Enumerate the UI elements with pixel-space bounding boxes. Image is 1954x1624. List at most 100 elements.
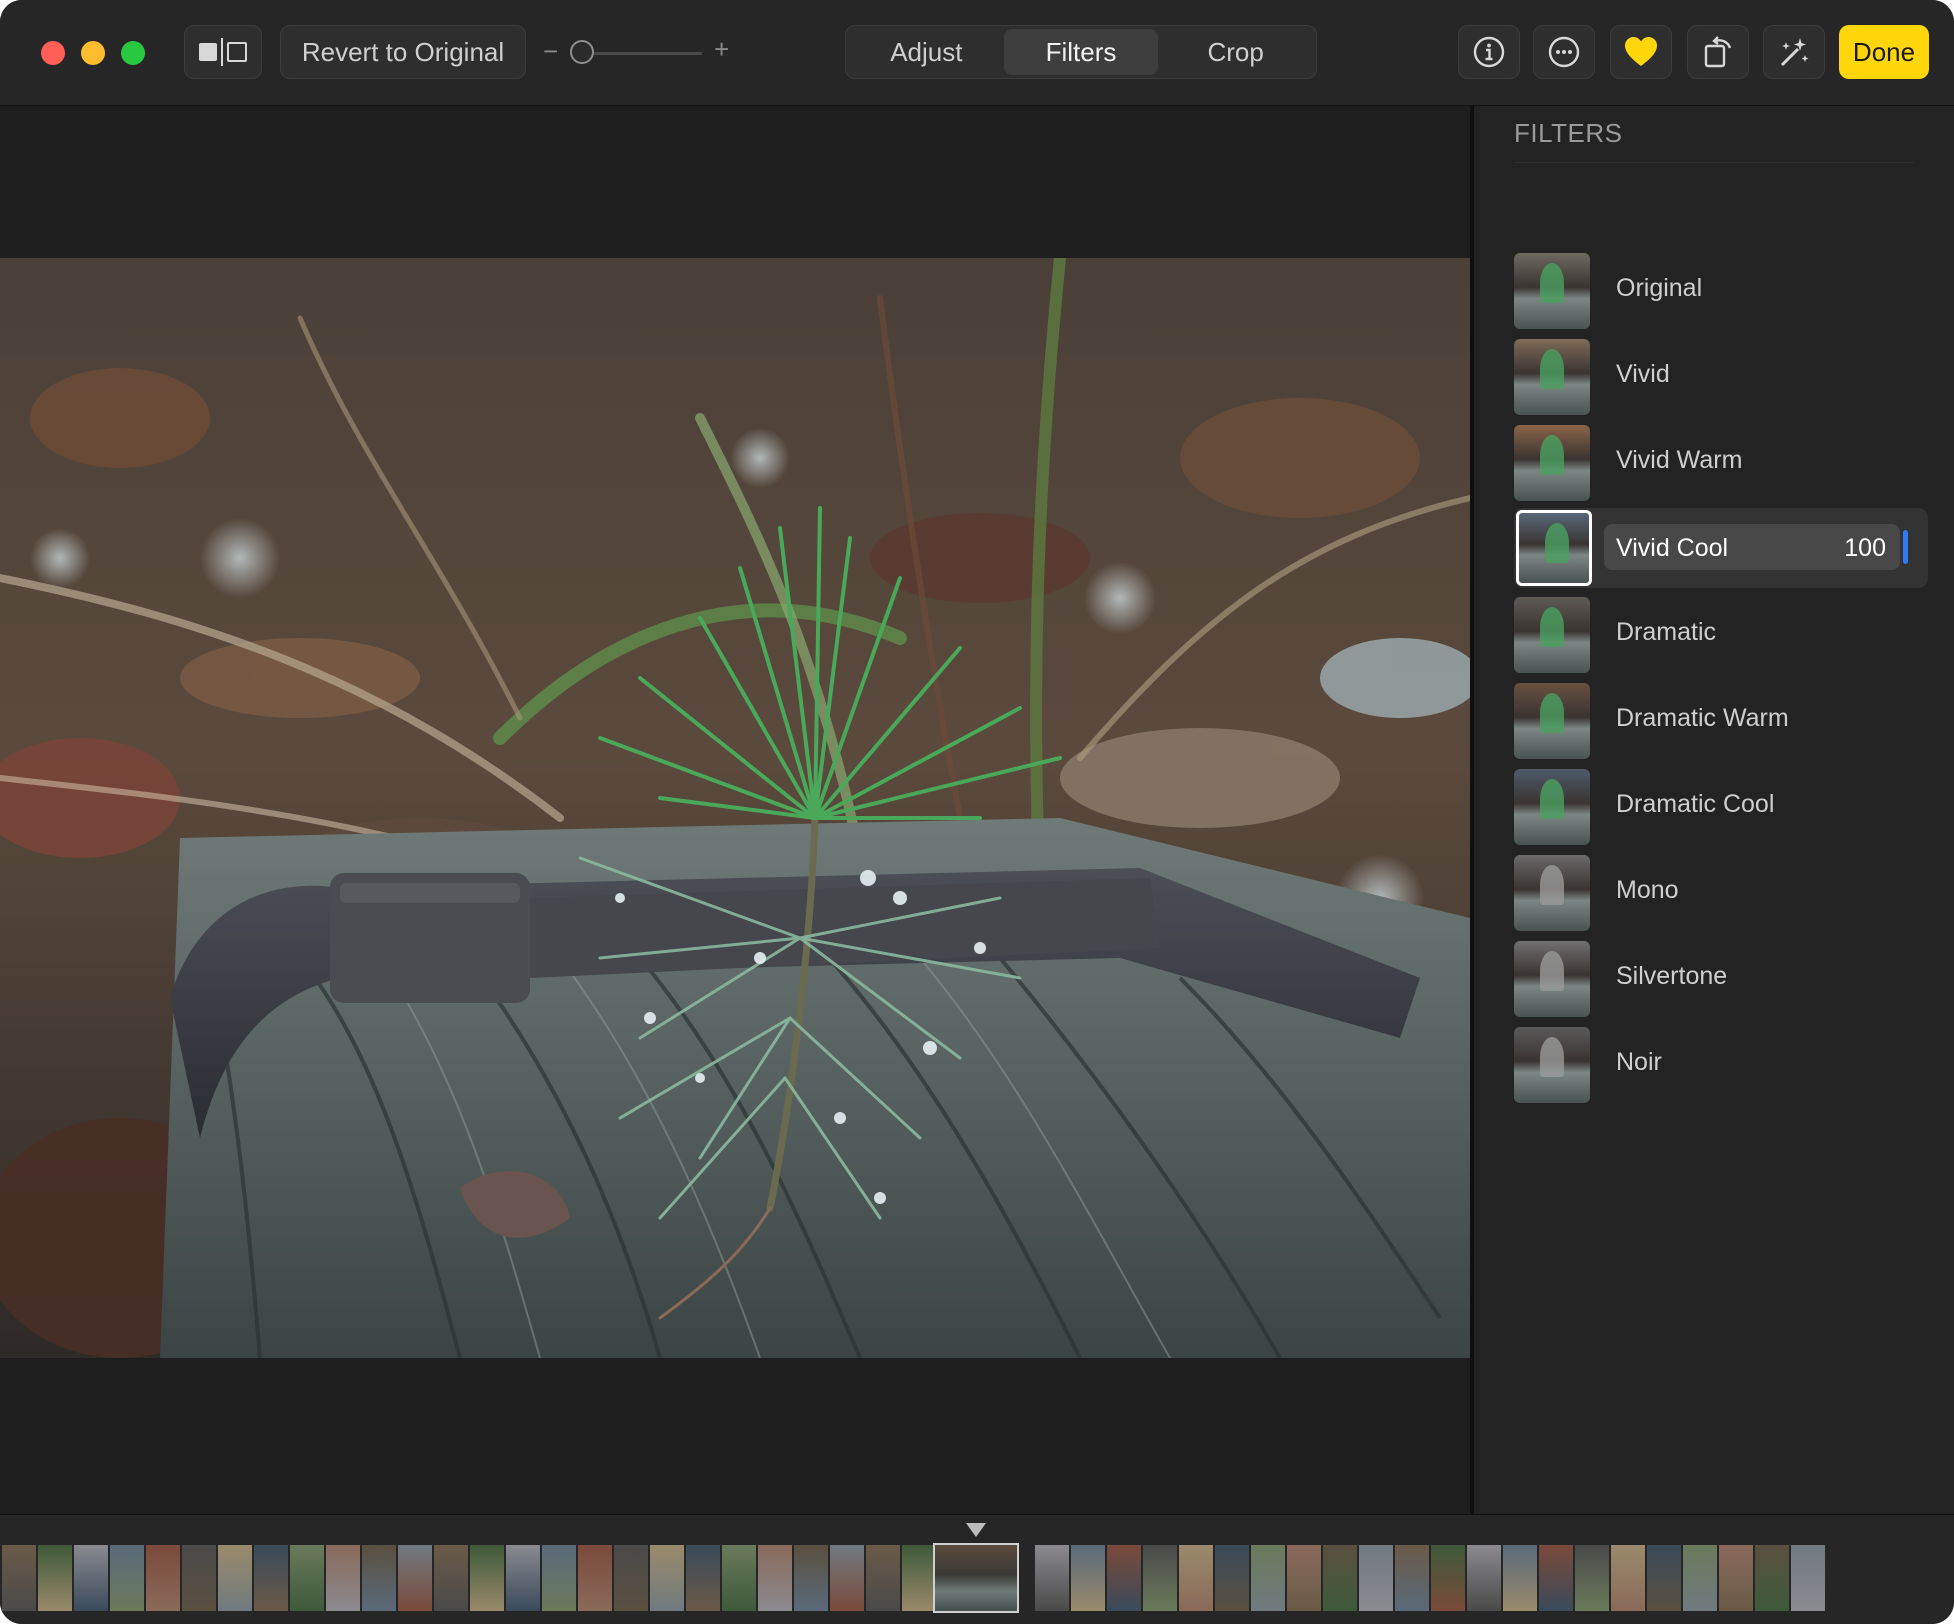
magic-wand-icon [1780, 38, 1809, 67]
rotate-button[interactable] [1687, 25, 1749, 79]
filmstrip-photo[interactable] [1539, 1545, 1573, 1611]
filter-thumbnail [1514, 339, 1590, 415]
intensity-handle[interactable] [1903, 530, 1908, 564]
filmstrip-photo[interactable] [1359, 1545, 1393, 1611]
toolbar: Revert to Original − + Adjust Filters Cr… [0, 0, 1954, 106]
filmstrip-photo[interactable] [1215, 1545, 1249, 1611]
filmstrip-photo[interactable] [614, 1545, 648, 1611]
edit-mode-segmented-control: Adjust Filters Crop [845, 25, 1317, 79]
filmstrip-photo[interactable] [1647, 1545, 1681, 1611]
filter-item[interactable]: Original [1514, 250, 1914, 330]
filmstrip [0, 1514, 1954, 1624]
filmstrip-photo[interactable] [38, 1545, 72, 1611]
filmstrip-photo[interactable] [290, 1545, 324, 1611]
filters-section-title: FILTERS [1514, 118, 1623, 148]
filter-thumbnail [1514, 425, 1590, 501]
filmstrip-photo[interactable] [110, 1545, 144, 1611]
close-window-button[interactable] [41, 41, 65, 65]
filter-label: Silvertone [1616, 962, 1728, 990]
filmstrip-photo[interactable] [1323, 1545, 1357, 1611]
filter-label: Mono [1616, 876, 1679, 904]
filmstrip-photo[interactable] [542, 1545, 576, 1611]
filter-label: Vivid [1616, 360, 1670, 388]
filter-item[interactable]: Vivid Cool 100 [1514, 508, 1928, 588]
filmstrip-photo[interactable] [2, 1545, 36, 1611]
filter-thumbnail [1514, 683, 1590, 759]
tab-filters[interactable]: Filters [1003, 29, 1159, 75]
filmstrip-photo[interactable] [1143, 1545, 1177, 1611]
photo-canvas [0, 106, 1470, 1514]
filmstrip-photo[interactable] [830, 1545, 864, 1611]
filmstrip-photo[interactable] [398, 1545, 432, 1611]
filmstrip-photo[interactable] [1035, 1545, 1069, 1611]
filmstrip-photo[interactable] [1683, 1545, 1717, 1611]
zoom-window-button[interactable] [121, 41, 145, 65]
filter-item[interactable]: Vivid [1514, 336, 1914, 416]
filmstrip-photo[interactable] [1575, 1545, 1609, 1611]
filmstrip-photo[interactable] [254, 1545, 288, 1611]
filmstrip-photo[interactable] [362, 1545, 396, 1611]
filter-label: Original [1616, 274, 1703, 302]
filter-label: Vivid Cool [1616, 534, 1729, 562]
filmstrip-photo[interactable] [434, 1545, 468, 1611]
filter-thumbnail [1514, 597, 1590, 673]
filter-item[interactable]: Mono [1514, 852, 1914, 932]
filmstrip-current-photo[interactable] [935, 1545, 1017, 1611]
filter-item[interactable]: Silvertone [1514, 938, 1914, 1018]
filmstrip-photo[interactable] [1467, 1545, 1501, 1611]
filmstrip-photo[interactable] [1719, 1545, 1753, 1611]
filmstrip-photo[interactable] [722, 1545, 756, 1611]
filmstrip-photo[interactable] [1107, 1545, 1141, 1611]
filmstrip-photo[interactable] [74, 1545, 108, 1611]
compare-split-button[interactable] [184, 25, 262, 79]
filter-intensity-slider[interactable]: Vivid Cool 100 [1604, 524, 1908, 570]
pine-seedling-photo [0, 258, 1470, 1358]
filmstrip-photo[interactable] [1179, 1545, 1213, 1611]
filter-item[interactable]: Dramatic Cool [1514, 766, 1914, 846]
filmstrip-photo[interactable] [686, 1545, 720, 1611]
filmstrip-photo[interactable] [326, 1545, 360, 1611]
filmstrip-photo[interactable] [470, 1545, 504, 1611]
favorite-button[interactable] [1610, 25, 1672, 79]
tab-adjust[interactable]: Adjust [849, 29, 1004, 75]
edited-photo[interactable] [0, 258, 1470, 1358]
filmstrip-photo[interactable] [578, 1545, 612, 1611]
filmstrip-photo[interactable] [1431, 1545, 1465, 1611]
filmstrip-photo[interactable] [146, 1545, 180, 1611]
filter-item[interactable]: Dramatic Warm [1514, 680, 1914, 760]
done-button[interactable]: Done [1839, 25, 1929, 79]
more-options-button[interactable] [1533, 25, 1595, 79]
revert-to-original-button[interactable]: Revert to Original [280, 25, 526, 79]
filmstrip-photo[interactable] [1791, 1545, 1825, 1611]
rotate-icon [1704, 36, 1732, 68]
filmstrip-photo[interactable] [866, 1545, 900, 1611]
filmstrip-photo[interactable] [218, 1545, 252, 1611]
filmstrip-photo[interactable] [1503, 1545, 1537, 1611]
filmstrip-photo[interactable] [1755, 1545, 1789, 1611]
info-button[interactable] [1458, 25, 1520, 79]
filmstrip-photo[interactable] [1071, 1545, 1105, 1611]
filmstrip-photo[interactable] [1251, 1545, 1285, 1611]
more-icon [1548, 36, 1580, 68]
filter-label: Dramatic Cool [1616, 790, 1775, 818]
filter-thumbnail [1514, 769, 1590, 845]
filmstrip-photo[interactable] [506, 1545, 540, 1611]
filmstrip-photo[interactable] [758, 1545, 792, 1611]
filter-item[interactable]: Dramatic [1514, 594, 1914, 674]
tab-crop[interactable]: Crop [1158, 29, 1313, 75]
filmstrip-photo[interactable] [794, 1545, 828, 1611]
filmstrip-toggle-arrow-icon[interactable] [966, 1523, 986, 1537]
filmstrip-photo[interactable] [650, 1545, 684, 1611]
filmstrip-photo[interactable] [1287, 1545, 1321, 1611]
zoom-out-label: − [543, 36, 559, 66]
filmstrip-photo[interactable] [902, 1545, 936, 1611]
filmstrip-photo[interactable] [1395, 1545, 1429, 1611]
filmstrip-photo[interactable] [182, 1545, 216, 1611]
filter-item[interactable]: Noir [1514, 1024, 1914, 1104]
filter-item[interactable]: Vivid Warm [1514, 422, 1914, 502]
minimize-window-button[interactable] [81, 41, 105, 65]
zoom-slider-thumb[interactable] [570, 40, 594, 64]
auto-enhance-button[interactable] [1763, 25, 1825, 79]
filmstrip-photo[interactable] [1611, 1545, 1645, 1611]
filter-thumbnail [1514, 855, 1590, 931]
